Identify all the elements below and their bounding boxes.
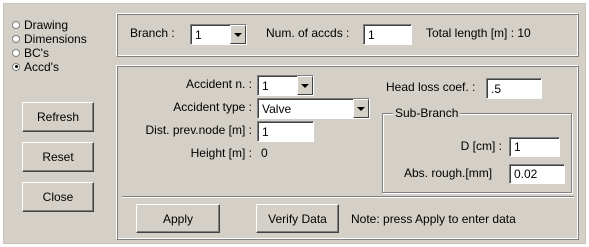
apply-note: Note: press Apply to enter data: [351, 212, 516, 226]
total-length-text: Total length [m] : 10: [426, 26, 531, 40]
d-cm-label: D [cm] :: [460, 139, 502, 153]
num-accds-field[interactable]: 1: [363, 24, 412, 45]
accident-type-label: Accident type :: [173, 100, 252, 114]
accident-n-select[interactable]: 1: [257, 75, 314, 96]
height-label: Height [m] :: [190, 146, 252, 160]
reset-button[interactable]: Reset: [22, 142, 94, 172]
chevron-down-icon[interactable]: [353, 99, 369, 118]
radio-accds[interactable]: Accd's: [12, 59, 59, 74]
radio-bcs[interactable]: BC's: [12, 45, 49, 60]
accident-n-select-value: 1: [262, 78, 269, 93]
accident-type-select-value: Valve: [262, 101, 292, 116]
abs-rough-label: Abs. rough.[mm]: [404, 166, 493, 180]
num-accds-label: Num. of accds :: [266, 26, 350, 40]
radio-dimensions-dot[interactable]: [12, 34, 20, 43]
branch-label: Branch :: [130, 26, 175, 40]
action-divider: [122, 196, 574, 197]
accident-type-select[interactable]: Valve: [257, 98, 370, 119]
radio-accds-dot[interactable]: [12, 62, 20, 71]
height-value: 0: [261, 146, 268, 160]
radio-bcs-label: BC's: [24, 45, 49, 60]
radio-dimensions[interactable]: Dimensions: [12, 31, 87, 46]
radio-drawing[interactable]: Drawing: [12, 17, 69, 32]
chevron-down-icon[interactable]: [297, 76, 313, 95]
branch-select-value: 1: [195, 27, 202, 42]
close-button[interactable]: Close: [22, 182, 94, 212]
accidents-dialog: Drawing Dimensions BC's Accd's Refresh R…: [3, 3, 586, 244]
d-cm-field[interactable]: 1: [509, 137, 560, 157]
chevron-down-icon[interactable]: [230, 25, 246, 44]
apply-button[interactable]: Apply: [136, 204, 220, 233]
branch-select[interactable]: 1: [190, 24, 247, 45]
head-loss-field[interactable]: .5: [486, 78, 542, 99]
abs-rough-field[interactable]: 0.02: [509, 164, 565, 184]
head-loss-label: Head loss coef. :: [386, 80, 476, 94]
radio-accds-label: Accd's: [24, 59, 59, 74]
accident-n-label: Accident n. :: [185, 77, 252, 91]
dist-prev-node-field[interactable]: 1: [257, 121, 314, 142]
radio-bcs-dot[interactable]: [12, 48, 20, 57]
verify-data-button[interactable]: Verify Data: [256, 204, 339, 233]
dist-prev-node-label: Dist. prev.node [m] :: [145, 123, 252, 137]
sub-branch-title: Sub-Branch: [393, 106, 461, 120]
radio-dimensions-label: Dimensions: [24, 31, 87, 46]
radio-drawing-dot[interactable]: [12, 20, 20, 29]
radio-drawing-label: Drawing: [24, 17, 69, 32]
refresh-button[interactable]: Refresh: [22, 102, 94, 132]
